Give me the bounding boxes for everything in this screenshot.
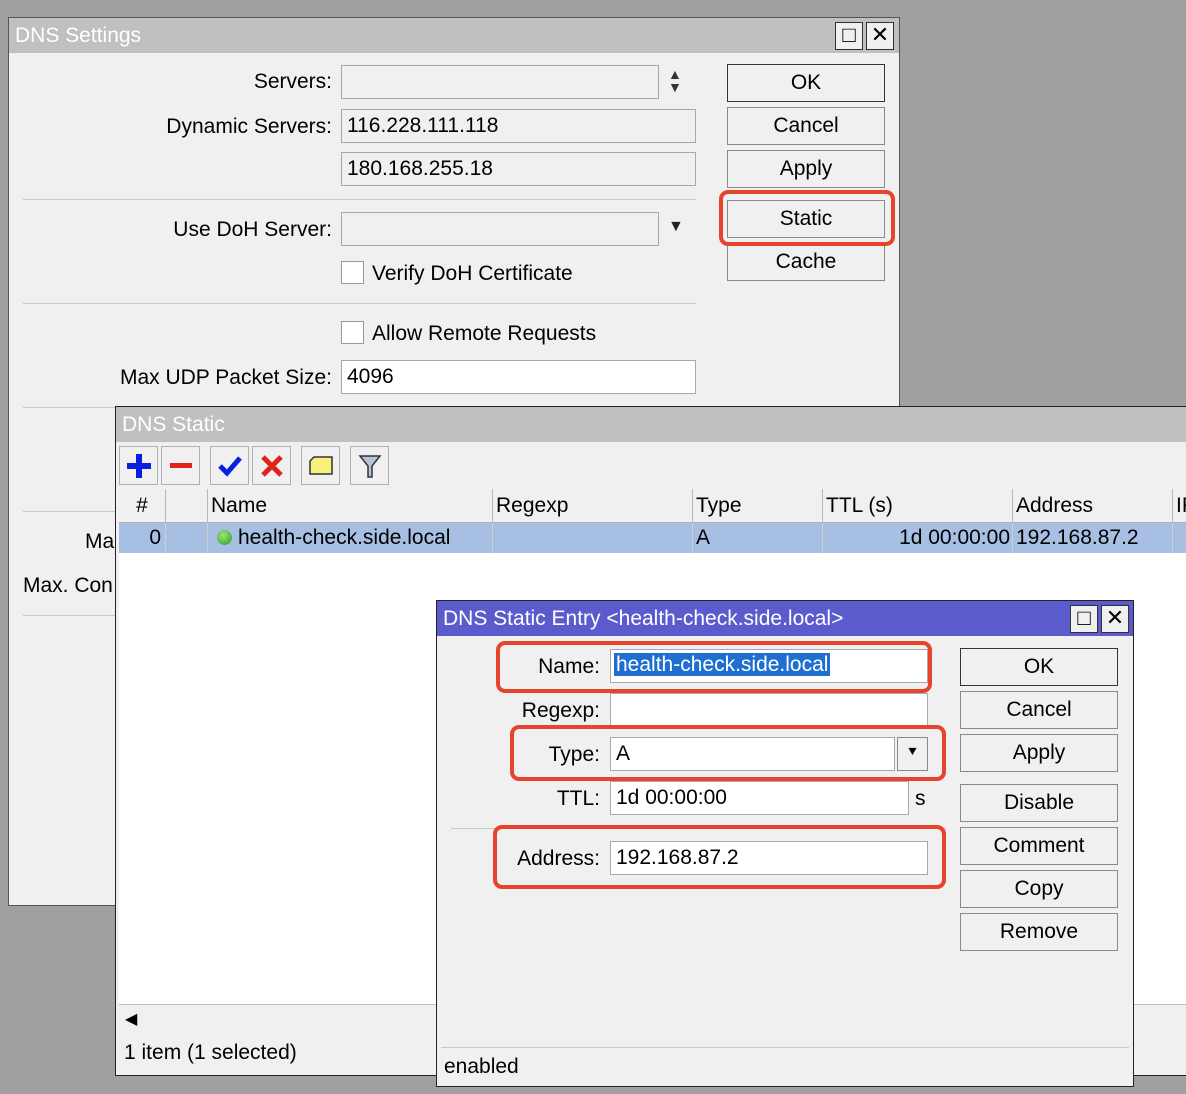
dynamic-servers-label: Dynamic Servers: bbox=[166, 115, 332, 138]
servers-input[interactable] bbox=[341, 65, 659, 99]
cell-address: 192.168.87.2 bbox=[1013, 523, 1173, 553]
servers-label: Servers: bbox=[253, 70, 332, 93]
dynamic-server-2: 180.168.255.18 bbox=[341, 152, 696, 186]
comment-button[interactable]: Comment bbox=[960, 827, 1118, 865]
dropdown-arrow-icon[interactable]: ▼ bbox=[668, 218, 684, 236]
cancel-button[interactable]: Cancel bbox=[727, 107, 885, 145]
toolbar bbox=[116, 442, 1186, 489]
divider bbox=[23, 199, 696, 200]
maximize-button[interactable]: □ bbox=[835, 22, 863, 50]
ok-button[interactable]: OK bbox=[727, 64, 885, 102]
disable-button[interactable] bbox=[252, 446, 291, 485]
col-flag[interactable] bbox=[166, 489, 208, 523]
enabled-status-icon bbox=[217, 530, 232, 545]
use-doh-input[interactable] bbox=[341, 212, 659, 246]
add-button[interactable] bbox=[119, 446, 158, 485]
cell-num: 0 bbox=[119, 523, 166, 553]
up-down-arrows-icon[interactable]: ▲ ▼ bbox=[668, 67, 682, 94]
maximize-button[interactable]: □ bbox=[1070, 605, 1098, 633]
divider bbox=[23, 615, 123, 616]
remove-icon bbox=[169, 462, 192, 468]
cell-ip bbox=[1173, 523, 1186, 553]
scroll-left-icon[interactable]: ◀ bbox=[125, 1009, 137, 1029]
dynamic-server-1: 116.228.111.118 bbox=[341, 109, 696, 143]
add-icon bbox=[126, 453, 151, 478]
check-icon bbox=[217, 455, 242, 477]
cell-regexp bbox=[493, 523, 693, 553]
disable-button[interactable]: Disable bbox=[960, 784, 1118, 822]
table-header: # Name Regexp Type TTL (s) Address IP bbox=[119, 489, 1186, 523]
comment-icon bbox=[308, 455, 333, 475]
allow-remote-checkbox[interactable] bbox=[341, 321, 364, 344]
col-type[interactable]: Type bbox=[693, 489, 823, 523]
verify-doh-label: Verify DoH Certificate bbox=[372, 262, 573, 285]
ttl-unit: s bbox=[915, 787, 926, 810]
apply-button[interactable]: Apply bbox=[960, 734, 1118, 772]
dns-entry-window: DNS Static Entry <health-check.side.loca… bbox=[436, 600, 1134, 1087]
close-button[interactable]: ✕ bbox=[866, 22, 894, 50]
cell-ttl: 1d 00:00:00 bbox=[823, 523, 1013, 553]
regexp-input[interactable] bbox=[610, 693, 928, 727]
cell-flag bbox=[166, 523, 208, 553]
cancel-button[interactable]: Cancel bbox=[960, 691, 1118, 729]
entry-status: enabled bbox=[444, 1055, 519, 1078]
allow-remote-label: Allow Remote Requests bbox=[372, 322, 597, 345]
col-address[interactable]: Address bbox=[1013, 489, 1173, 523]
status-bar: 1 item (1 selected) bbox=[124, 1041, 297, 1064]
ttl-input[interactable]: 1d 00:00:00 bbox=[610, 781, 909, 815]
regexp-label: Regexp: bbox=[521, 699, 600, 722]
close-button[interactable]: ✕ bbox=[1101, 605, 1129, 633]
verify-doh-checkbox[interactable] bbox=[341, 261, 364, 284]
dns-entry-title: DNS Static Entry <health-check.side.loca… bbox=[437, 601, 1133, 636]
table-row[interactable]: 0 health-check.side.local A 1d 00:00:00 … bbox=[119, 523, 1186, 553]
x-icon bbox=[260, 454, 283, 477]
partial-label: Ma bbox=[85, 530, 115, 553]
name-highlight bbox=[496, 641, 932, 693]
remove-button[interactable]: Remove bbox=[960, 913, 1118, 951]
comment-button[interactable] bbox=[301, 446, 340, 485]
col-ip[interactable]: IP bbox=[1173, 489, 1186, 523]
divider bbox=[441, 1047, 1129, 1048]
entry-name: health-check.side.local bbox=[238, 526, 451, 549]
divider bbox=[23, 303, 696, 304]
col-num[interactable]: # bbox=[119, 489, 166, 523]
copy-button[interactable]: Copy bbox=[960, 870, 1118, 908]
partial-label: Max. Con bbox=[23, 574, 113, 597]
remove-button[interactable] bbox=[161, 446, 200, 485]
type-highlight bbox=[510, 725, 946, 781]
address-highlight bbox=[493, 825, 946, 889]
cache-button[interactable]: Cache bbox=[727, 243, 885, 281]
enable-button[interactable] bbox=[210, 446, 249, 485]
max-udp-input[interactable]: 4096 bbox=[341, 360, 696, 394]
dns-settings-title: DNS Settings bbox=[9, 18, 899, 53]
ttl-label: TTL: bbox=[556, 787, 600, 810]
col-regexp[interactable]: Regexp bbox=[493, 489, 693, 523]
col-name[interactable]: Name bbox=[208, 489, 493, 523]
filter-button[interactable] bbox=[350, 446, 389, 485]
filter-icon bbox=[357, 454, 382, 478]
cell-name: health-check.side.local bbox=[208, 523, 493, 553]
max-udp-label: Max UDP Packet Size: bbox=[119, 366, 332, 389]
static-highlight bbox=[719, 190, 895, 246]
cell-type: A bbox=[693, 523, 823, 553]
col-ttl[interactable]: TTL (s) bbox=[823, 489, 1013, 523]
use-doh-label: Use DoH Server: bbox=[173, 218, 332, 241]
apply-button[interactable]: Apply bbox=[727, 150, 885, 188]
dns-static-title: DNS Static bbox=[116, 407, 1186, 442]
ok-button[interactable]: OK bbox=[960, 648, 1118, 686]
divider bbox=[23, 511, 123, 512]
